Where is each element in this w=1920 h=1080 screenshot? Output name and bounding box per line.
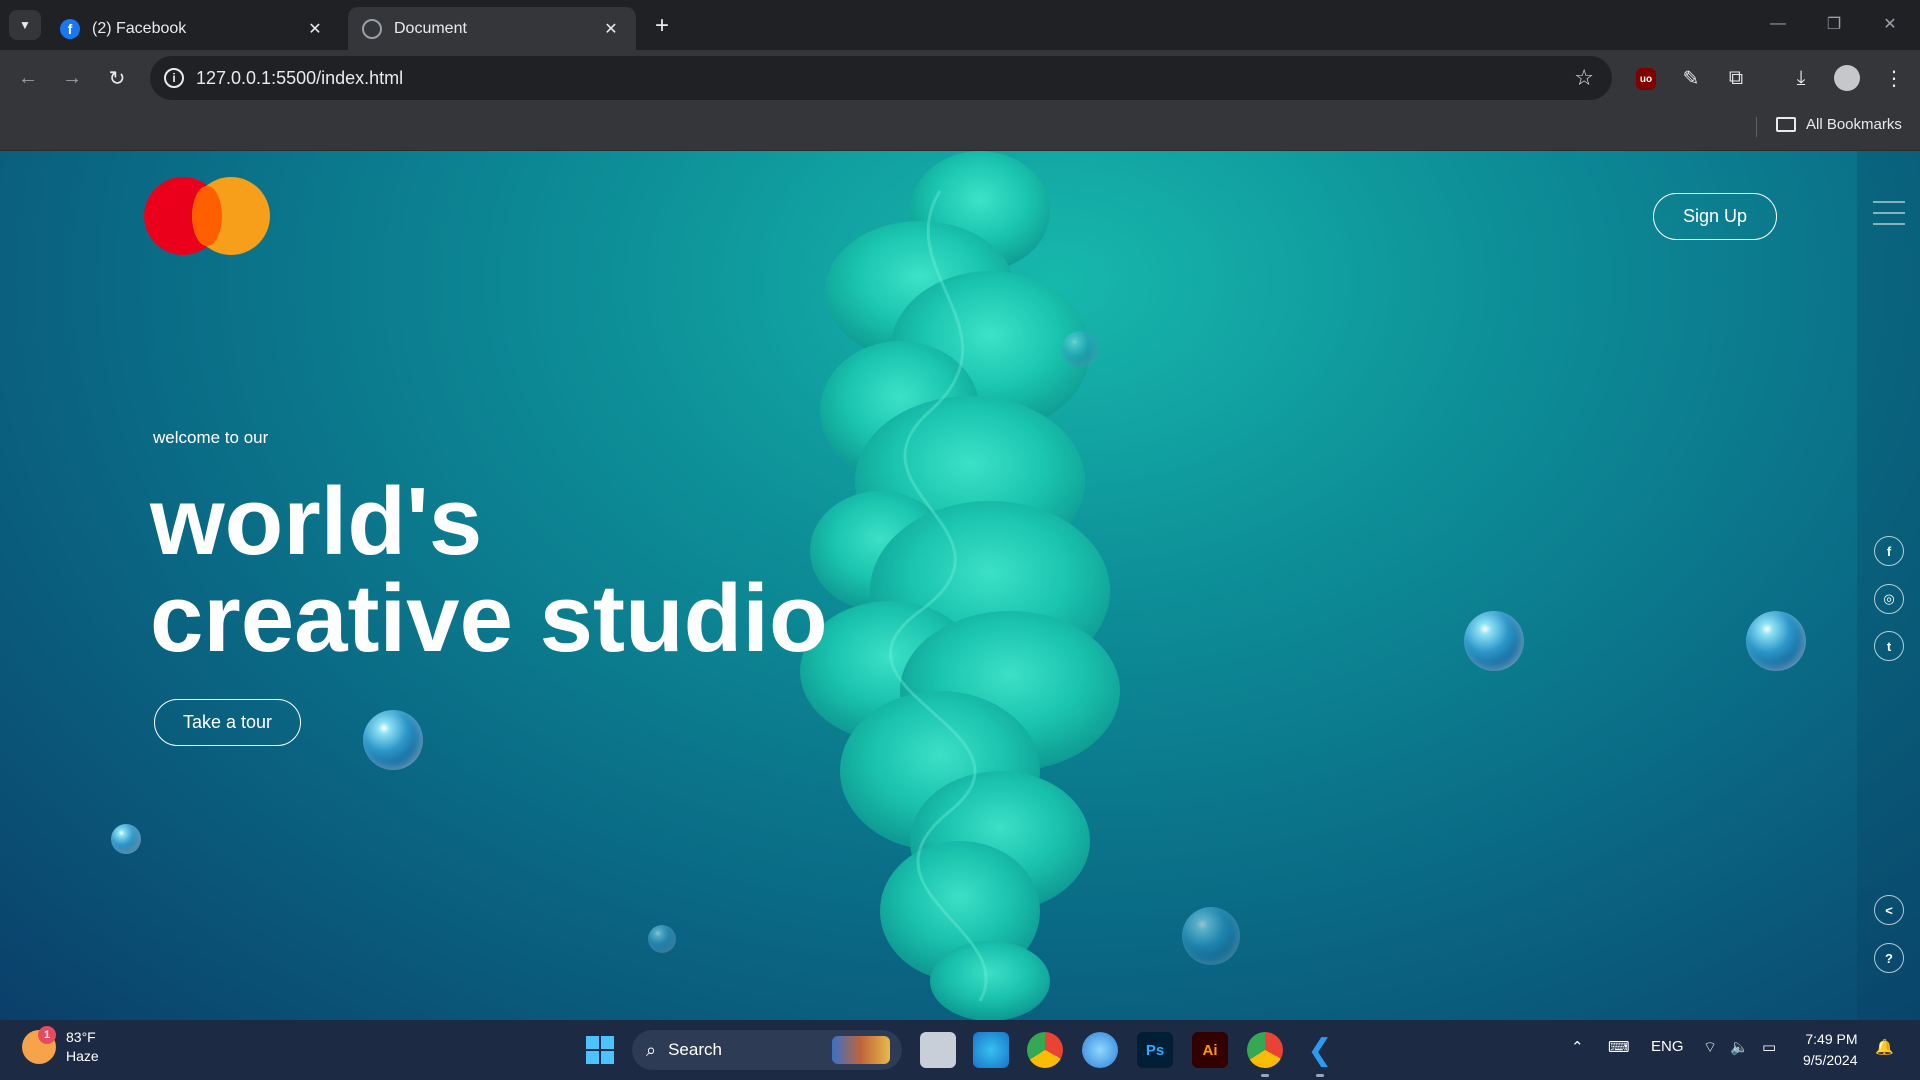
hamburger-menu-icon[interactable] bbox=[1873, 201, 1905, 234]
restore-button[interactable]: ❐ bbox=[1814, 8, 1854, 40]
tab-facebook[interactable]: f (2) Facebook ✕ bbox=[46, 7, 340, 50]
search-icon: ⌕ bbox=[646, 1039, 657, 1060]
bubble-decoration bbox=[1182, 907, 1240, 965]
minimize-button[interactable]: — bbox=[1758, 8, 1798, 40]
chevron-up-icon[interactable]: ⌃ bbox=[1571, 1038, 1584, 1056]
ublock-icon[interactable]: uo bbox=[1636, 68, 1656, 90]
reload-icon: ↻ bbox=[108, 67, 126, 90]
menu-kebab-icon[interactable]: ⋮ bbox=[1880, 64, 1908, 92]
profile-avatar[interactable] bbox=[1834, 65, 1860, 91]
clock[interactable]: 7:49 PM 9/5/2024 bbox=[1803, 1029, 1858, 1071]
bookmark-star-icon[interactable]: ☆ bbox=[1574, 65, 1594, 91]
file-explorer-icon[interactable] bbox=[920, 1032, 956, 1068]
tab-title: (2) Facebook bbox=[92, 19, 187, 37]
volume-icon[interactable]: 🔈 bbox=[1730, 1038, 1749, 1056]
weather-icon: 1 bbox=[22, 1026, 56, 1064]
all-bookmarks-label: All Bookmarks bbox=[1806, 116, 1902, 133]
wifi-icon[interactable]: ⌔ bbox=[1703, 1038, 1717, 1057]
chevron-down-icon: ▼ bbox=[19, 18, 31, 32]
taskbar: 1 83°F Haze ⌕ Search Ps Ai ❮ ⌃ ⌨ ENG ⌔ 🔈… bbox=[0, 1020, 1920, 1080]
bubble-decoration bbox=[111, 824, 141, 854]
tab-strip: ▼ f (2) Facebook ✕ Document ✕ + — ❐ ✕ bbox=[0, 0, 1920, 50]
weather-temp: 83°F bbox=[66, 1029, 96, 1045]
running-indicator bbox=[1316, 1074, 1324, 1077]
facebook-icon: f bbox=[60, 18, 80, 39]
web-page: Sign Up f ◎ t < ? welcome to our world's… bbox=[0, 151, 1920, 1020]
close-window-button[interactable]: ✕ bbox=[1870, 8, 1910, 40]
running-indicator bbox=[1261, 1074, 1269, 1077]
edge-icon[interactable] bbox=[973, 1032, 1009, 1068]
all-bookmarks-button[interactable]: All Bookmarks bbox=[1776, 116, 1902, 133]
extensions-icon[interactable]: ⧉ bbox=[1722, 64, 1750, 92]
bookmarks-bar: All Bookmarks bbox=[0, 106, 1920, 151]
take-a-tour-button[interactable]: Take a tour bbox=[154, 699, 301, 746]
arrow-right-icon: → bbox=[62, 66, 82, 89]
photos-icon[interactable] bbox=[1082, 1032, 1118, 1068]
share-icon[interactable]: < bbox=[1874, 895, 1904, 925]
brand-logo[interactable] bbox=[144, 177, 270, 255]
taskbar-search[interactable]: ⌕ Search bbox=[632, 1030, 902, 1070]
help-icon[interactable]: ? bbox=[1874, 943, 1904, 973]
weather-desc: Haze bbox=[66, 1048, 99, 1064]
hero-kicker: welcome to our bbox=[153, 428, 269, 447]
url-text[interactable]: 127.0.0.1:5500/index.html bbox=[196, 68, 403, 89]
logo-overlap bbox=[192, 186, 222, 246]
twitter-icon[interactable]: t bbox=[1874, 631, 1904, 661]
battery-icon[interactable]: ▭ bbox=[1762, 1038, 1776, 1056]
photoshop-icon[interactable]: Ps bbox=[1137, 1032, 1173, 1068]
reload-button[interactable]: ↻ bbox=[101, 62, 133, 94]
globe-icon bbox=[362, 18, 382, 39]
language-indicator[interactable]: ENG bbox=[1651, 1038, 1684, 1055]
eyedropper-icon[interactable]: ✎ bbox=[1677, 64, 1705, 92]
bubble-decoration bbox=[1746, 611, 1806, 671]
sign-up-button[interactable]: Sign Up bbox=[1653, 193, 1777, 240]
clock-time: 7:49 PM bbox=[1805, 1031, 1858, 1047]
notifications-bell-icon[interactable]: 🔔 bbox=[1875, 1038, 1894, 1056]
weather-widget[interactable]: 1 83°F Haze bbox=[22, 1026, 99, 1066]
bubble-decoration bbox=[1062, 331, 1098, 367]
facebook-icon[interactable]: f bbox=[1874, 536, 1904, 566]
forward-button[interactable]: → bbox=[56, 62, 88, 94]
keyboard-icon[interactable]: ⌨ bbox=[1608, 1038, 1630, 1056]
tab-document[interactable]: Document ✕ bbox=[348, 7, 636, 50]
folder-icon bbox=[1776, 117, 1796, 132]
bubble-decoration bbox=[1464, 611, 1524, 671]
download-icon[interactable]: ⤓ bbox=[1787, 64, 1815, 92]
search-label: Search bbox=[668, 1040, 722, 1059]
back-button[interactable]: ← bbox=[12, 62, 44, 94]
site-info-icon[interactable]: i bbox=[164, 68, 184, 88]
bubble-decoration bbox=[648, 925, 676, 953]
notification-badge: 1 bbox=[38, 1026, 56, 1044]
hero-title-line: world's bbox=[150, 468, 483, 575]
chrome-icon[interactable] bbox=[1027, 1032, 1063, 1068]
illustrator-icon[interactable]: Ai bbox=[1192, 1032, 1228, 1068]
hero-title-line: creative studio bbox=[150, 565, 828, 672]
address-bar[interactable]: i 127.0.0.1:5500/index.html ☆ bbox=[150, 56, 1612, 100]
arrow-left-icon: ← bbox=[18, 66, 38, 89]
new-tab-button[interactable]: + bbox=[648, 12, 676, 40]
instagram-icon[interactable]: ◎ bbox=[1874, 584, 1904, 614]
chrome-profile-icon[interactable] bbox=[1247, 1032, 1283, 1068]
vscode-icon[interactable]: ❮ bbox=[1302, 1032, 1338, 1068]
browser-toolbar: ← → ↻ i 127.0.0.1:5500/index.html ☆ uo ✎… bbox=[0, 50, 1920, 106]
close-icon[interactable]: ✕ bbox=[304, 18, 326, 40]
bubble-decoration bbox=[363, 710, 423, 770]
tab-title: Document bbox=[394, 19, 467, 37]
clock-date: 9/5/2024 bbox=[1803, 1052, 1858, 1068]
hero-title: world's creative studio bbox=[150, 473, 828, 667]
search-highlight-image bbox=[832, 1036, 890, 1064]
divider bbox=[1756, 117, 1757, 137]
close-icon[interactable]: ✕ bbox=[600, 18, 622, 40]
tab-search-button[interactable]: ▼ bbox=[9, 10, 41, 40]
start-button[interactable] bbox=[586, 1036, 614, 1064]
